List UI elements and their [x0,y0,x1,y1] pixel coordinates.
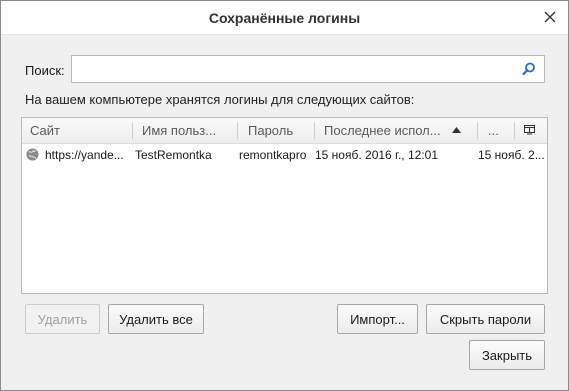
column-header-extra[interactable]: ... [480,118,512,143]
logins-table: Сайт Имя польз... Пароль Последнее испол… [21,117,548,294]
column-header-site[interactable]: Сайт [22,118,132,143]
remove-all-button[interactable]: Удалить все [108,304,204,334]
close-window-button[interactable] [540,7,560,27]
search-input[interactable] [72,56,524,82]
cell-username: TestRemontka [135,148,212,162]
hide-passwords-button[interactable]: Скрыть пароли [426,304,545,334]
cell-site: https://yande... [45,148,124,162]
saved-logins-dialog: Сохранённые логины Поиск: На вашем компь… [0,0,569,391]
sites-description: На вашем компьютере хранятся логины для … [25,92,415,107]
close-button[interactable]: Закрыть [469,340,545,370]
search-box [71,55,545,83]
sort-ascending-icon [452,127,461,133]
table-header: Сайт Имя польз... Пароль Последнее испол… [22,118,547,144]
column-picker-icon[interactable] [524,125,535,135]
close-icon [544,11,556,23]
cell-extra: 15 нояб. 2... [478,148,544,162]
column-divider[interactable] [314,122,315,139]
title-bar: Сохранённые логины [1,1,568,35]
column-divider[interactable] [132,122,133,139]
cell-last-used: 15 нояб. 2016 г., 12:01 [315,148,438,162]
import-button[interactable]: Импорт... [337,304,418,334]
cell-password: remontkapro [239,148,307,162]
search-label: Поиск: [25,63,65,78]
column-header-last-used[interactable]: Последнее испол... [316,118,446,143]
column-divider[interactable] [237,122,238,139]
search-icon[interactable] [522,62,536,76]
column-header-password[interactable]: Пароль [240,118,314,143]
remove-button[interactable]: Удалить [25,304,100,334]
column-header-username[interactable]: Имя польз... [134,118,236,143]
column-divider[interactable] [477,122,478,139]
dialog-title: Сохранённые логины [208,10,361,26]
globe-icon [26,148,39,161]
column-divider[interactable] [514,122,515,139]
table-row[interactable]: https://yande... TestRemontka remontkapr… [22,144,547,166]
